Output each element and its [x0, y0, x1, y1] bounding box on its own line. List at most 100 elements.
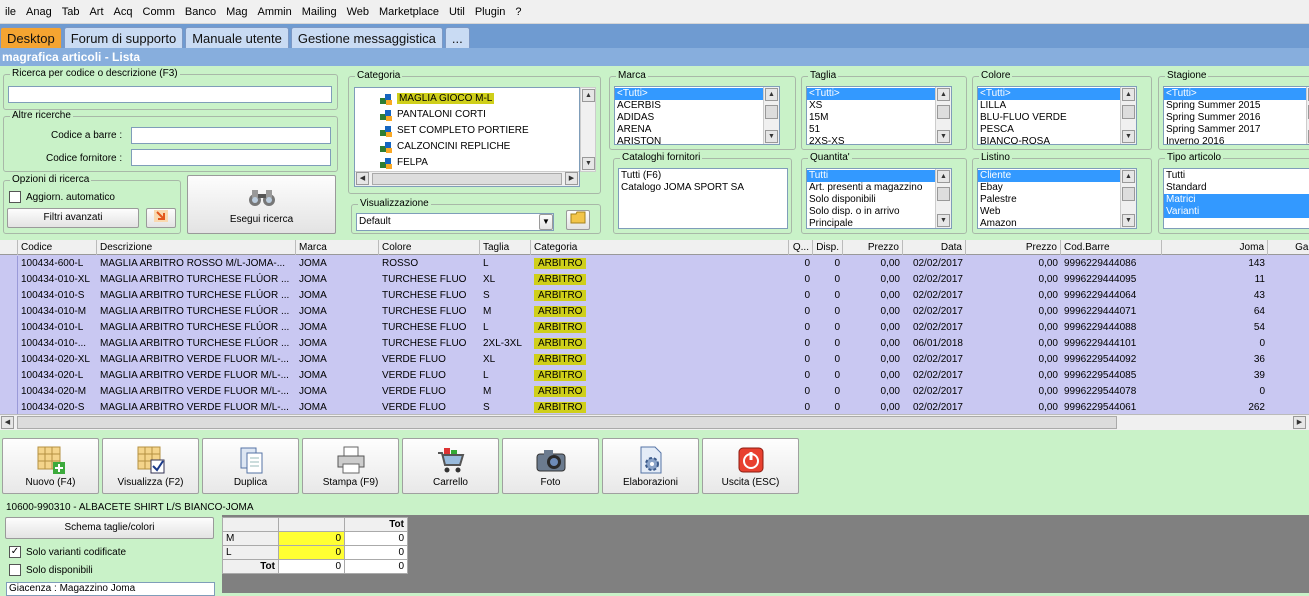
matrix-cell[interactable]: 0: [278, 545, 345, 560]
menu-item[interactable]: Anag: [21, 6, 57, 18]
scroll-up-icon[interactable]: ▲: [937, 170, 950, 183]
tipo-option[interactable]: Matrici: [1164, 194, 1309, 206]
carrello-button[interactable]: Carrello: [402, 438, 499, 494]
duplica-button[interactable]: Duplica: [202, 438, 299, 494]
auto-update-checkbox[interactable]: [9, 191, 21, 203]
row-indicator[interactable]: [0, 336, 18, 352]
stagione-option[interactable]: <Tutti>: [1164, 88, 1309, 100]
colore-option[interactable]: <Tutti>: [978, 88, 1136, 100]
scroll-thumb[interactable]: [765, 105, 778, 119]
grid-col-header[interactable]: Disp.: [813, 240, 843, 255]
table-row[interactable]: 100434-010-L MAGLIA ARBITRO TURCHESE FLÚO…: [0, 320, 1309, 336]
size-matrix[interactable]: Tot M00 L00 Tot 0 0: [222, 517, 408, 574]
menu-item[interactable]: Marketplace: [374, 6, 444, 18]
scroll-thumb[interactable]: [1122, 187, 1135, 201]
tipo-option[interactable]: Varianti: [1164, 206, 1309, 218]
menu-item[interactable]: Mailing: [297, 6, 342, 18]
marca-option[interactable]: ACERBIS: [615, 100, 779, 112]
matrix-cell[interactable]: 0: [278, 531, 345, 546]
scroll-up-icon[interactable]: ▲: [1122, 170, 1135, 183]
quantita-option[interactable]: Solo disponibili: [807, 194, 951, 206]
view-select[interactable]: Default: [356, 213, 554, 231]
tipo-option[interactable]: Standard: [1164, 182, 1309, 194]
listino-option[interactable]: Palestre: [978, 194, 1136, 206]
grid-col-header[interactable]: [0, 240, 18, 255]
grid-col-header[interactable]: Prezzo: [843, 240, 903, 255]
taglia-option[interactable]: XS: [807, 100, 951, 112]
quantita-option[interactable]: Art. presenti a magazzino: [807, 182, 951, 194]
stagione-option[interactable]: Spring Summer 2016: [1164, 112, 1309, 124]
table-row[interactable]: 100434-010-... MAGLIA ARBITRO TURCHESE FL…: [0, 336, 1309, 352]
taglia-option[interactable]: 15M: [807, 112, 951, 124]
menu-item[interactable]: Ammin: [253, 6, 297, 18]
category-tree[interactable]: MAGLIA GIOCO M-L PANTALONI CORTI SET COMPL…: [354, 87, 580, 187]
quantita-option[interactable]: Tutti: [807, 170, 951, 182]
tab-3[interactable]: Gestione messaggistica: [290, 27, 443, 48]
colore-vscroll[interactable]: ▲ ▼: [1120, 87, 1136, 144]
scroll-down-icon[interactable]: ▼: [937, 214, 950, 227]
uscita-button[interactable]: Uscita (ESC): [702, 438, 799, 494]
foto-button[interactable]: Foto: [502, 438, 599, 494]
table-row[interactable]: 100434-020-L MAGLIA ARBITRO VERDE FLUOR M…: [0, 368, 1309, 384]
grid-scroll-left-icon[interactable]: ◀: [1, 416, 14, 429]
grid-col-header[interactable]: Colore: [379, 240, 480, 255]
grid-col-header[interactable]: Marca: [296, 240, 379, 255]
grid-col-header[interactable]: Cod.Barre: [1061, 240, 1162, 255]
scroll-down-icon[interactable]: ▼: [1122, 130, 1135, 143]
tipo-option[interactable]: Tutti: [1164, 170, 1309, 182]
marca-option[interactable]: ADIDAS: [615, 112, 779, 124]
menu-item[interactable]: Util: [444, 6, 470, 18]
grid-col-header[interactable]: Prezzo: [966, 240, 1061, 255]
grid-col-header[interactable]: Descrizione: [97, 240, 296, 255]
grid-scroll-right-icon[interactable]: ▶: [1293, 416, 1306, 429]
row-indicator[interactable]: [0, 256, 18, 272]
only-available-checkbox[interactable]: [9, 564, 21, 576]
grid-hscroll[interactable]: ◀ ▶: [0, 414, 1309, 430]
category-hscroll[interactable]: ◀ ▶: [355, 171, 579, 186]
table-row[interactable]: 100434-020-M MAGLIA ARBITRO VERDE FLUOR M…: [0, 384, 1309, 400]
marca-option[interactable]: ARENA: [615, 124, 779, 136]
scroll-down-icon[interactable]: ▼: [937, 130, 950, 143]
tab-1[interactable]: Forum di supporto: [63, 27, 184, 48]
chevron-down-icon[interactable]: ▼: [539, 214, 553, 230]
advanced-filters-button[interactable]: Filtri avanzati: [7, 208, 139, 228]
row-indicator[interactable]: [0, 352, 18, 368]
quantita-option[interactable]: Principale: [807, 218, 951, 228]
marca-vscroll[interactable]: ▲ ▼: [763, 87, 779, 144]
articles-grid[interactable]: Codice Descrizione Marca Colore Taglia Catego…: [0, 240, 1309, 430]
taglia-option[interactable]: 51: [807, 124, 951, 136]
tab-4[interactable]: ...: [444, 27, 470, 48]
row-indicator[interactable]: [0, 272, 18, 288]
visualizza-button[interactable]: Visualizza (F2): [102, 438, 199, 494]
menu-item[interactable]: Acq: [109, 6, 138, 18]
grid-col-header[interactable]: Joma: [1162, 240, 1268, 255]
nuovo-button[interactable]: Nuovo (F4): [2, 438, 99, 494]
scroll-up-icon[interactable]: ▲: [1122, 88, 1135, 101]
scroll-up-icon[interactable]: ▲: [582, 89, 595, 102]
row-indicator[interactable]: [0, 320, 18, 336]
quantita-vscroll[interactable]: ▲ ▼: [935, 169, 951, 228]
grid-hscroll-thumb[interactable]: [17, 416, 1117, 429]
size-color-schema-button[interactable]: Schema taglie/colori: [5, 517, 214, 539]
listino-option[interactable]: Amazon: [978, 218, 1136, 228]
category-hscroll-thumb[interactable]: [372, 173, 562, 185]
stagione-listbox[interactable]: <Tutti> Spring Summer 2015 Spring Summer 2…: [1163, 86, 1309, 145]
grid-col-header[interactable]: Q...: [789, 240, 813, 255]
listino-vscroll[interactable]: ▲ ▼: [1120, 169, 1136, 228]
row-indicator[interactable]: [0, 304, 18, 320]
category-item[interactable]: MAGLIA GIOCO M-L: [355, 91, 579, 107]
elaborazioni-button[interactable]: Elaborazioni: [602, 438, 699, 494]
marca-listbox[interactable]: <Tutti> ACERBIS ADIDAS ARENA ARISTON ▲ ▼: [614, 86, 780, 145]
marca-option[interactable]: <Tutti>: [615, 88, 779, 100]
table-row[interactable]: 100434-010-XL MAGLIA ARBITRO TURCHESE FLÚ…: [0, 272, 1309, 288]
taglia-option[interactable]: 2XS-XS: [807, 136, 951, 144]
category-item[interactable]: PANTALONI CORTI: [355, 107, 579, 123]
colore-listbox[interactable]: <Tutti> LILLA BLU-FLUO VERDE PESCA BIANCO-RO…: [977, 86, 1137, 145]
grid-col-header[interactable]: Categoria: [531, 240, 789, 255]
stagione-option[interactable]: Spring Summer 2015: [1164, 100, 1309, 112]
scroll-thumb[interactable]: [937, 105, 950, 119]
folder-button[interactable]: [566, 210, 590, 230]
colore-option[interactable]: BIANCO-ROSA: [978, 136, 1136, 144]
quantita-option[interactable]: Solo disp. o in arrivo: [807, 206, 951, 218]
category-item[interactable]: SET COMPLETO PORTIERE: [355, 123, 579, 139]
